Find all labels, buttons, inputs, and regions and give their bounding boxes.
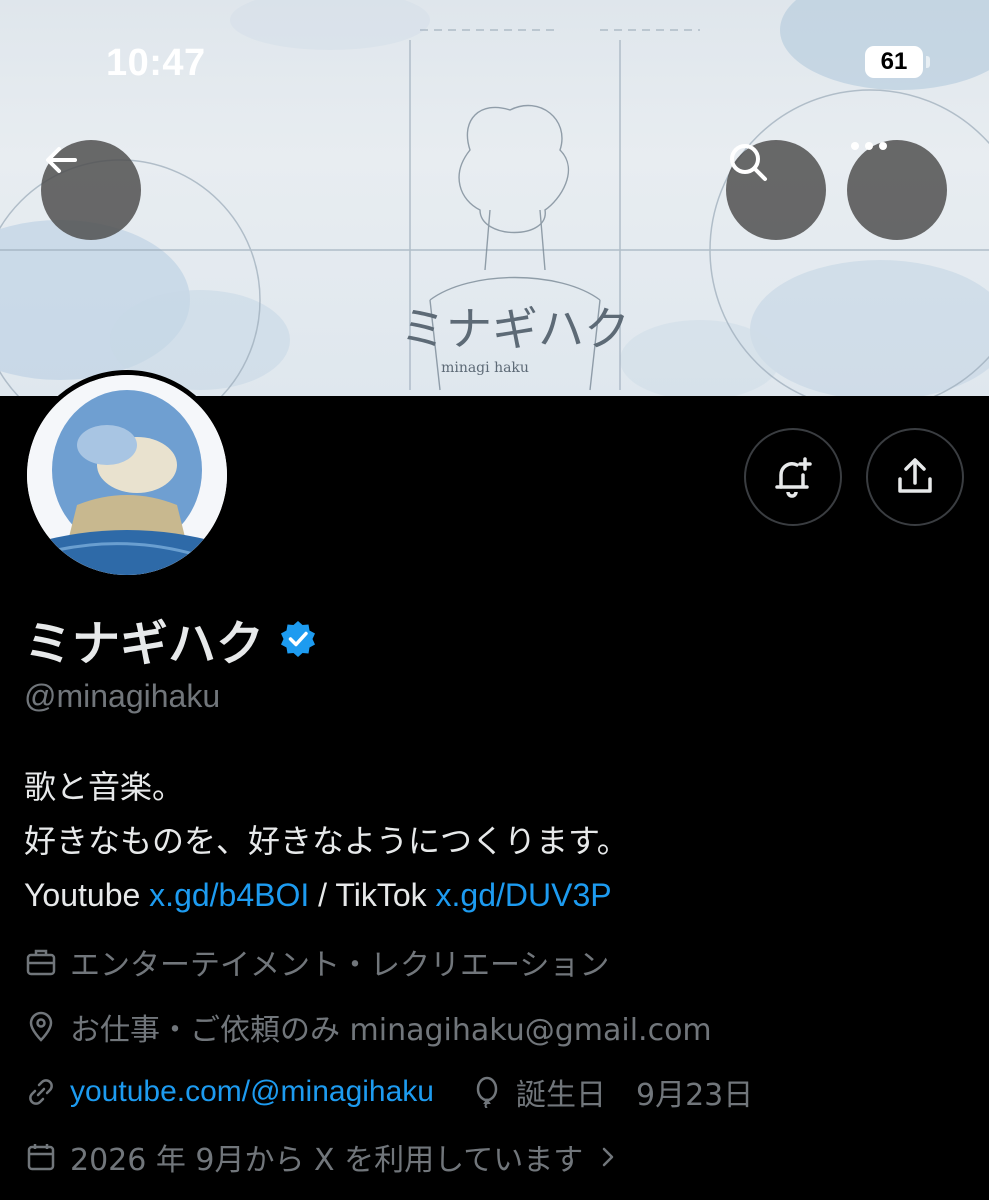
bio-youtube-label: Youtube xyxy=(24,877,150,913)
more-icon xyxy=(851,142,887,150)
bio-line-2: 好きなものを、好きなようにつくります。 xyxy=(24,822,629,860)
bio: 歌と音楽。 好きなものを、好きなようにつくります。 Youtube x.gd/b… xyxy=(24,760,629,922)
link-icon xyxy=(24,1075,58,1109)
banner-title: ミナギハク xyxy=(400,302,630,356)
more-options-button[interactable] xyxy=(847,140,947,240)
banner-subtitle: minagi haku xyxy=(441,360,529,376)
location-text: お仕事・ご依頼のみ minagihaku@gmail.com xyxy=(70,1013,712,1048)
status-time: 10:47 xyxy=(106,42,206,84)
chevron-right-icon xyxy=(591,1140,625,1174)
verified-badge-icon[interactable] xyxy=(278,619,318,659)
category-row: エンターテイメント・レクリエーション xyxy=(24,940,609,984)
back-button[interactable] xyxy=(41,140,141,240)
website-birthday-row: youtube.com/@minagihaku 誕生日 9月23日 xyxy=(24,1070,753,1114)
balloon-icon xyxy=(470,1075,504,1109)
profile-avatar[interactable] xyxy=(22,370,232,580)
briefcase-icon xyxy=(24,945,58,979)
bio-separator: / TikTok xyxy=(309,877,436,913)
share-icon xyxy=(898,458,932,493)
bio-line-1: 歌と音楽。 xyxy=(24,768,185,806)
notifications-button[interactable] xyxy=(744,428,842,526)
profile-banner[interactable]: ミナギハク minagi haku 10:47 61 xyxy=(0,0,989,396)
website-link[interactable]: youtube.com/@minagihaku xyxy=(70,1075,434,1109)
display-name: ミナギハク xyxy=(24,616,265,672)
share-button[interactable] xyxy=(866,428,964,526)
name-row: ミナギハク xyxy=(24,604,318,674)
avatar-image xyxy=(27,375,227,575)
battery-indicator: 61 xyxy=(865,46,930,78)
calendar-icon xyxy=(24,1140,58,1174)
bio-youtube-link[interactable]: x.gd/b4BOI xyxy=(149,877,309,913)
handle: @minagihaku xyxy=(24,678,221,714)
joined-row[interactable]: 2026 年 9月から X を利用しています xyxy=(24,1135,637,1179)
location-pin-icon xyxy=(24,1010,58,1044)
search-icon xyxy=(730,144,767,181)
bio-tiktok-link[interactable]: x.gd/DUV3P xyxy=(436,877,612,913)
birthday-text: 誕生日 9月23日 xyxy=(515,1078,754,1113)
category-text: エンターテイメント・レクリエーション xyxy=(70,948,610,983)
bio-line-3: Youtube x.gd/b4BOI / TikTok x.gd/DUV3P xyxy=(24,868,629,922)
joined-text: 2026 年 9月から X を利用しています xyxy=(70,1143,584,1178)
back-arrow-icon xyxy=(46,147,77,173)
status-icons: 61 xyxy=(865,46,930,78)
search-button[interactable] xyxy=(726,140,826,240)
notification-bell-plus-icon xyxy=(775,457,812,498)
location-row: お仕事・ご依頼のみ minagihaku@gmail.com xyxy=(24,1005,712,1049)
